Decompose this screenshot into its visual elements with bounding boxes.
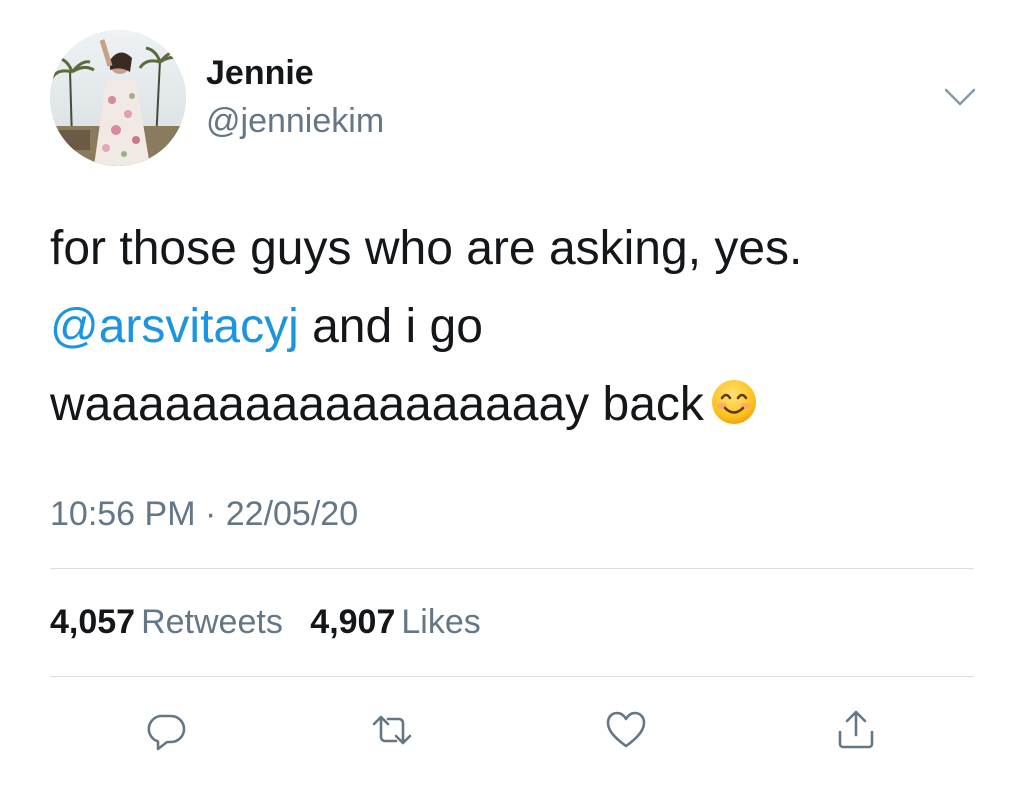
divider [50, 676, 974, 677]
like-button[interactable] [596, 700, 656, 760]
likes-stat[interactable]: 4,907 Likes [310, 603, 498, 641]
retweets-stat[interactable]: 4,057 Retweets [50, 603, 301, 641]
avatar-photo [50, 30, 186, 166]
reply-icon [147, 714, 186, 751]
retweet-button[interactable] [362, 700, 422, 760]
tweet-line-3-text: waaaaaaaaaaaaaaaaaay back [50, 378, 704, 431]
retweets-count: 4,057 [50, 603, 136, 641]
tweet-stats: 4,057 Retweets 4,907 Likes [50, 603, 499, 642]
tweet-time: 10:56 PM [50, 495, 196, 533]
smiling-face-emoji-icon [710, 372, 758, 424]
display-name[interactable]: Jennie [206, 54, 314, 93]
likes-label: Likes [401, 603, 481, 641]
tweet-line-3: waaaaaaaaaaaaaaaaaay back [50, 366, 950, 444]
action-bar [0, 700, 1024, 760]
retweet-icon [372, 715, 412, 745]
retweets-label: Retweets [141, 603, 283, 641]
tweet-line-2-rest: and i go [298, 300, 483, 353]
reply-button[interactable] [136, 700, 196, 760]
mention-link[interactable]: @arsvitacyj [50, 300, 299, 353]
handle[interactable]: @jenniekim [206, 102, 384, 141]
likes-count: 4,907 [310, 603, 396, 641]
divider [50, 568, 974, 569]
tweet-text: for those guys who are asking, yes. @ars… [50, 210, 950, 444]
tweet-line-2: @arsvitacyj and i go [50, 288, 950, 366]
timestamp-separator: · [195, 495, 226, 533]
share-icon [838, 710, 874, 749]
tweet-timestamp[interactable]: 10:56 PM · 22/05/20 [50, 495, 358, 534]
like-icon [606, 711, 646, 748]
tweet-date: 22/05/20 [225, 495, 359, 533]
share-button[interactable] [826, 700, 886, 760]
tweet-line-1: for those guys who are asking, yes. [50, 222, 803, 275]
avatar[interactable] [50, 30, 186, 166]
tweet-card: Jennie @jenniekim for those guys who are… [0, 0, 1024, 786]
chevron-down-icon[interactable] [940, 82, 980, 112]
